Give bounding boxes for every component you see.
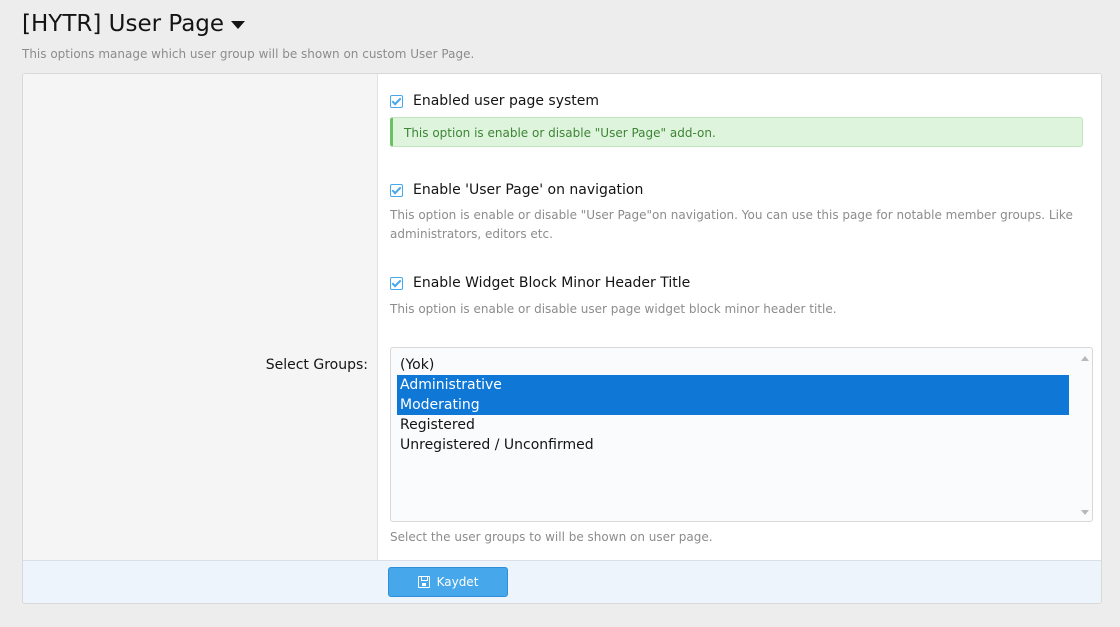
page-title: [HYTR] User Page — [22, 11, 225, 37]
label-column: Select Groups: — [23, 74, 378, 560]
option-enable-user-page[interactable]: Enabled user page system — [390, 93, 599, 109]
option-enable-widget-title[interactable]: Enable Widget Block Minor Header Title — [390, 275, 690, 291]
option-hint: This option is enable or disable "User P… — [390, 208, 1073, 241]
group-option-moderating[interactable]: Moderating — [397, 395, 1069, 415]
option-enable-navigation[interactable]: Enable 'User Page' on navigation — [390, 182, 643, 198]
checkbox-checked-icon[interactable] — [390, 183, 403, 197]
page-description: This options manage which user group wil… — [22, 47, 475, 61]
option-label[interactable]: Enable Widget Block Minor Header Title — [413, 275, 690, 291]
scroll-down-arrow-icon[interactable] — [1081, 510, 1089, 515]
checkbox-checked-icon[interactable] — [390, 276, 403, 290]
scroll-up-arrow-icon[interactable] — [1081, 356, 1089, 361]
groups-list: (Yok) Administrative Moderating Register… — [397, 355, 1069, 455]
save-icon — [417, 576, 430, 588]
group-option-none[interactable]: (Yok) — [397, 355, 1069, 375]
groups-hint: Select the user groups to will be shown … — [390, 530, 713, 544]
listbox-scrollbar[interactable] — [1078, 348, 1092, 521]
group-option-registered[interactable]: Registered — [397, 415, 1069, 435]
option-hint-success: This option is enable or disable "User P… — [390, 117, 1083, 147]
group-option-unregistered[interactable]: Unregistered / Unconfirmed — [397, 435, 1069, 455]
title-row: [HYTR] User Page — [22, 8, 474, 40]
select-groups-label: Select Groups: — [265, 357, 368, 373]
option-label[interactable]: Enabled user page system — [413, 93, 599, 109]
groups-multiselect[interactable]: (Yok) Administrative Moderating Register… — [390, 347, 1093, 522]
option-label[interactable]: Enable 'User Page' on navigation — [413, 182, 643, 198]
form-footer: Kaydet — [23, 560, 1101, 603]
option-hint: This option is enable or disable user pa… — [390, 302, 837, 316]
save-button-label[interactable]: Kaydet — [437, 575, 479, 589]
group-option-administrative[interactable]: Administrative — [397, 375, 1069, 395]
options-column: Enabled user page system This option is … — [378, 74, 1101, 560]
save-button[interactable]: Kaydet — [388, 567, 508, 597]
options-panel: Select Groups: Enabled user page system … — [22, 73, 1102, 604]
page-header: [HYTR] User Page This options manage whi… — [22, 8, 474, 61]
caret-down-icon[interactable] — [231, 21, 246, 29]
checkbox-checked-icon[interactable] — [390, 94, 403, 108]
